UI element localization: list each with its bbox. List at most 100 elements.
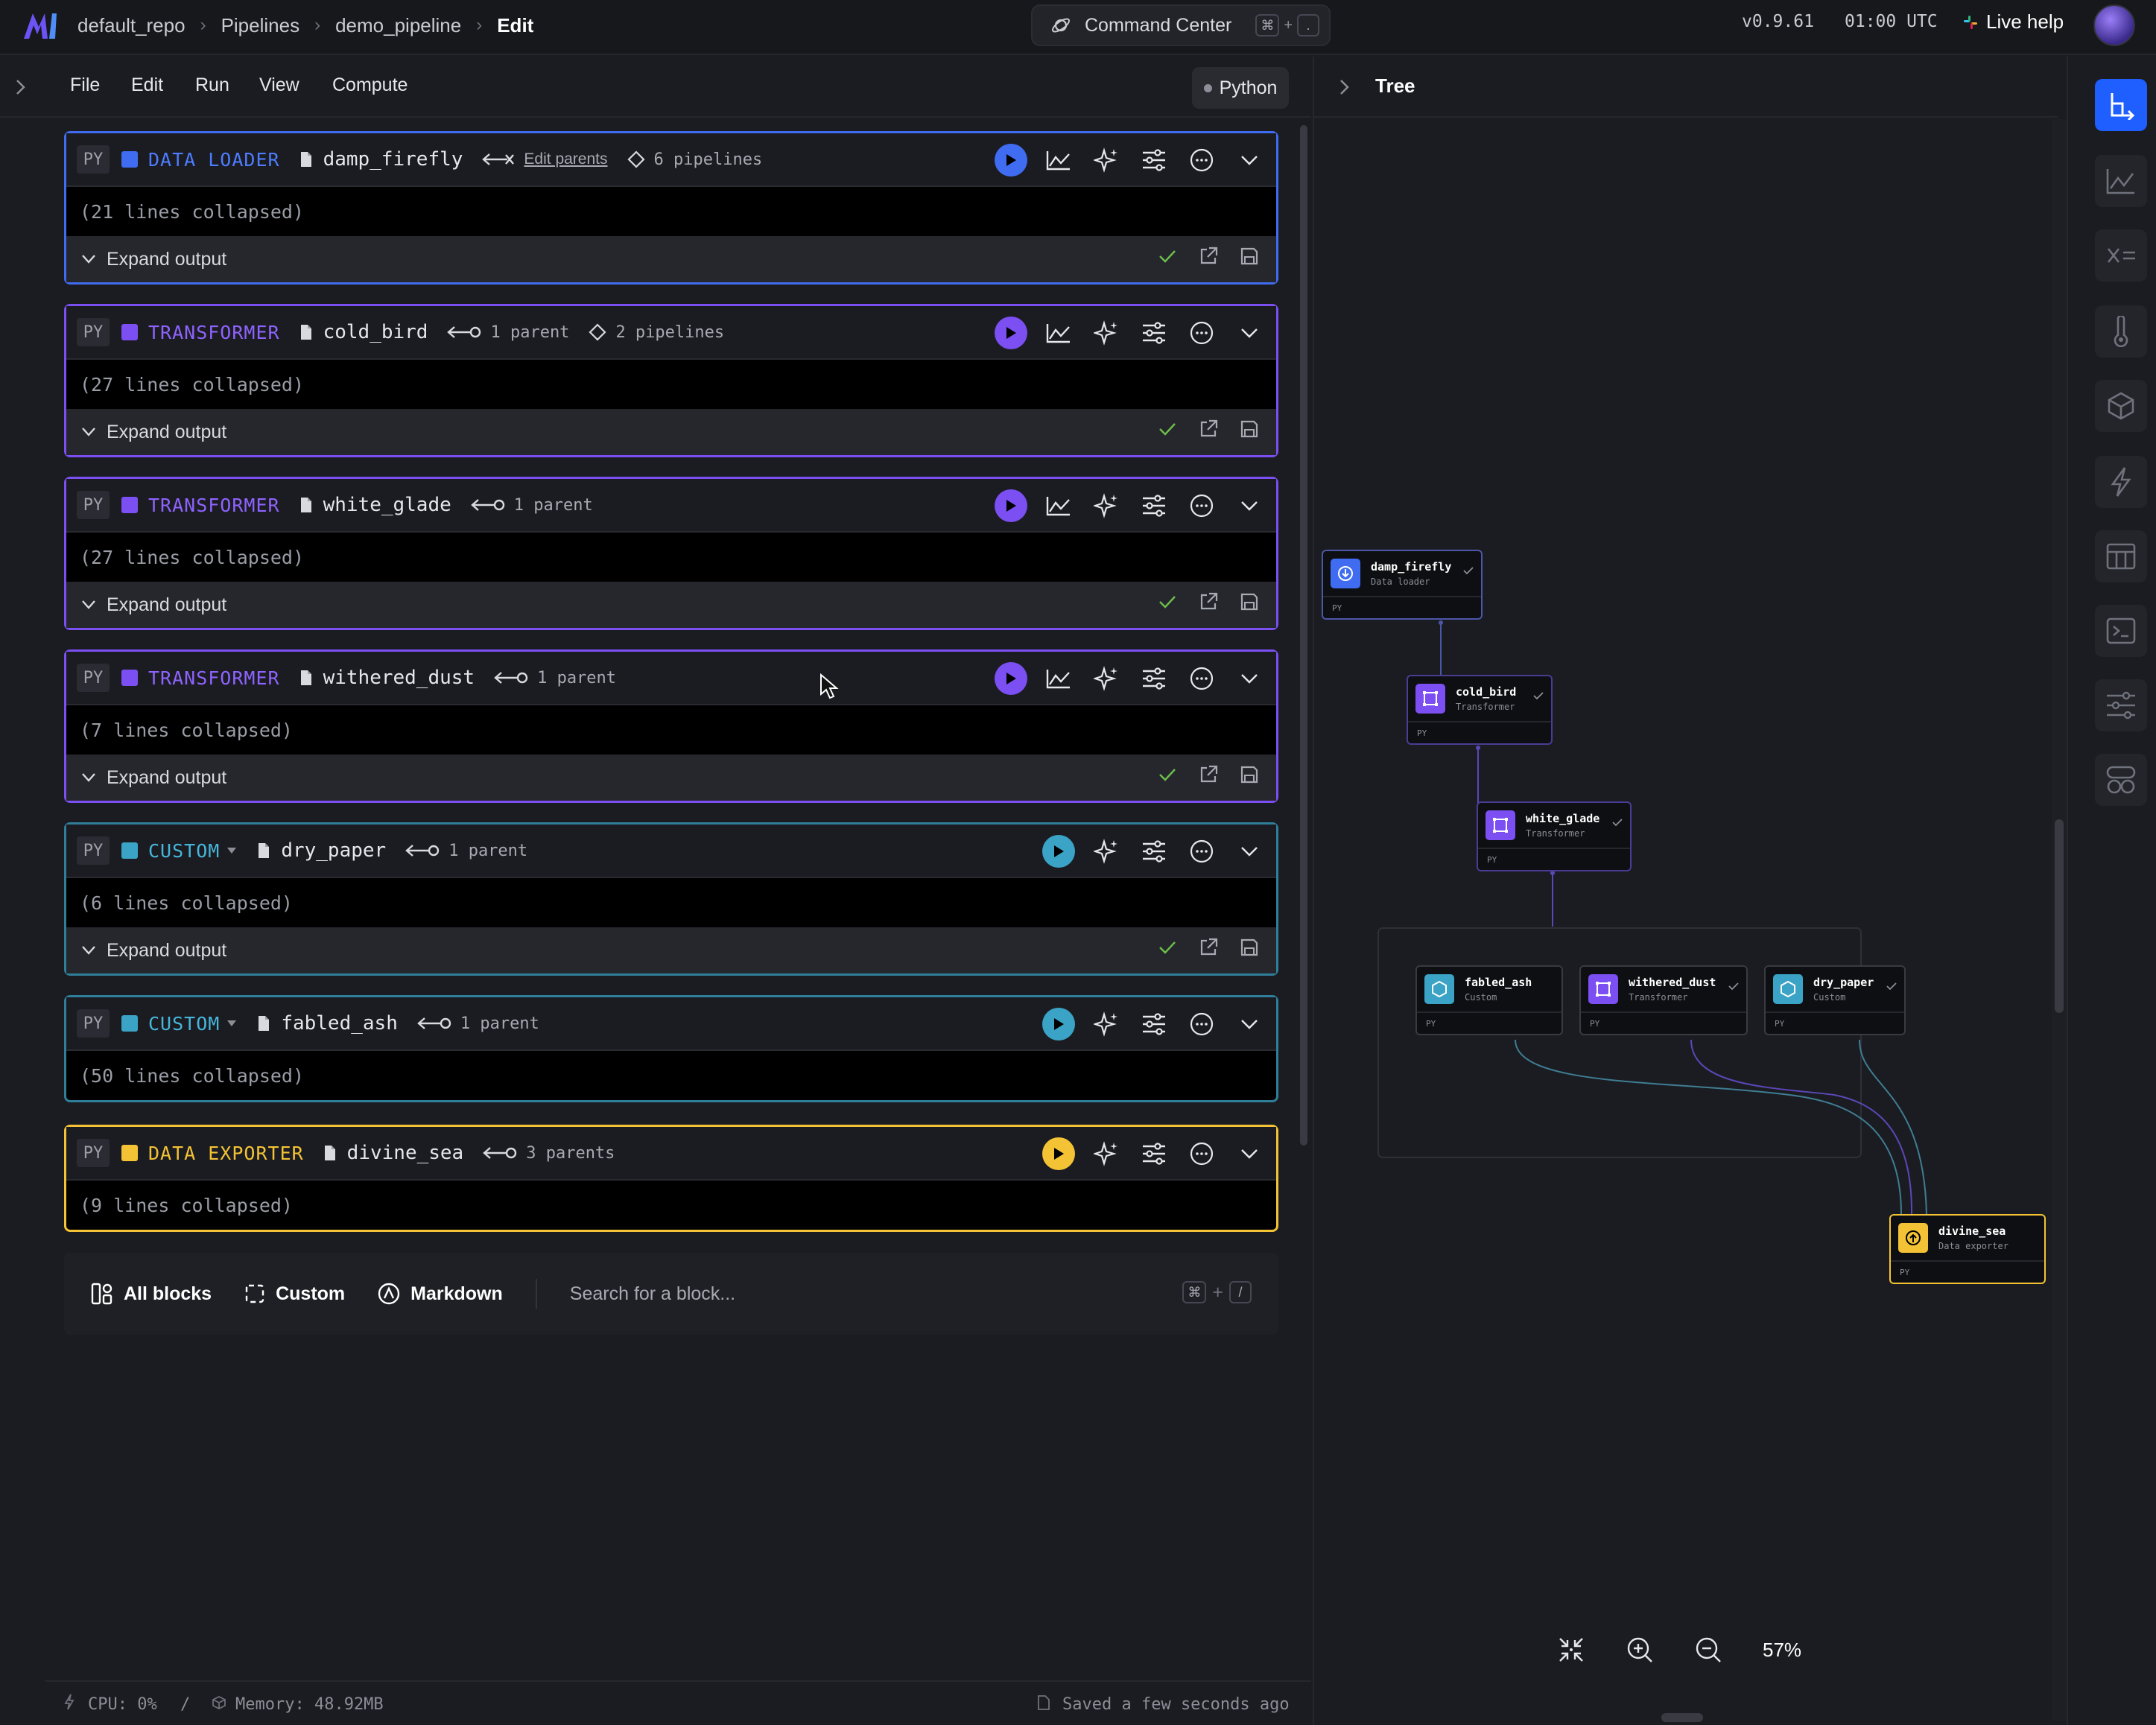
block-pipelines[interactable]: 2 pipelines [589, 323, 724, 342]
blocks-panel-button[interactable] [2095, 754, 2147, 806]
block-parents[interactable]: 1 parent [470, 496, 593, 515]
save-icon[interactable] [1240, 247, 1258, 265]
tree-node-dry-paper[interactable]: dry_paper Custom PY [1764, 965, 1906, 1035]
chevron-down-icon[interactable] [1233, 1137, 1266, 1170]
sparkle-icon[interactable] [1090, 317, 1123, 349]
chart-icon[interactable] [1042, 144, 1075, 177]
settings-sliders-icon[interactable] [1138, 835, 1170, 868]
menu-run[interactable]: Run [195, 74, 229, 96]
block-parents[interactable]: Edit parents [482, 150, 608, 168]
expand-output-button[interactable]: Expand output [107, 422, 226, 443]
block-name[interactable]: damp_firefly [323, 148, 463, 171]
sparkle-icon[interactable] [1090, 489, 1123, 522]
run-block-button[interactable] [1042, 835, 1075, 868]
mage-logo-icon[interactable] [22, 10, 58, 40]
collapse-tree-icon[interactable] [1338, 77, 1351, 97]
save-icon[interactable] [1240, 593, 1258, 611]
menu-edit[interactable]: Edit [131, 74, 163, 96]
collapsed-code[interactable]: (7 lines collapsed) [66, 705, 1276, 755]
block-name[interactable]: cold_bird [323, 321, 428, 343]
more-options-icon[interactable] [1185, 835, 1218, 868]
sparkle-icon[interactable] [1090, 835, 1123, 868]
expand-output-button[interactable]: Expand output [107, 767, 226, 789]
run-block-button[interactable] [1042, 1137, 1075, 1170]
open-external-icon[interactable] [1199, 592, 1218, 611]
zoom-out-icon[interactable] [1694, 1636, 1722, 1664]
breadcrumb-repo[interactable]: default_repo [77, 14, 186, 37]
edit-parents-link[interactable]: Edit parents [524, 150, 607, 168]
tree-node-divine-sea[interactable]: divine_sea Data exporter PY [1889, 1214, 2046, 1284]
expand-output-button[interactable]: Expand output [107, 249, 226, 270]
chevron-down-icon[interactable] [81, 600, 96, 610]
run-block-button[interactable] [995, 144, 1027, 177]
variables-button[interactable] [2095, 229, 2147, 282]
open-external-icon[interactable] [1199, 765, 1218, 784]
more-options-icon[interactable] [1185, 144, 1218, 177]
collapsed-code[interactable]: (27 lines collapsed) [66, 360, 1276, 409]
chevron-down-icon[interactable] [1233, 835, 1266, 868]
triggers-button[interactable] [2095, 456, 2147, 508]
user-avatar[interactable] [2093, 4, 2135, 46]
tree-view-button[interactable] [2095, 79, 2147, 131]
more-options-icon[interactable] [1185, 489, 1218, 522]
block-parents[interactable]: 1 parent [447, 323, 569, 342]
custom-block-button[interactable]: Custom [244, 1283, 345, 1305]
more-options-icon[interactable] [1185, 1137, 1218, 1170]
sparkle-icon[interactable] [1090, 1008, 1123, 1041]
block-name[interactable]: divine_sea [347, 1142, 464, 1164]
open-external-icon[interactable] [1199, 938, 1218, 957]
expand-output-button[interactable]: Expand output [107, 594, 226, 616]
run-block-button[interactable] [995, 317, 1027, 349]
chevron-down-icon[interactable] [1233, 662, 1266, 695]
markdown-block-button[interactable]: Markdown [378, 1283, 503, 1305]
block-parents[interactable]: 3 parents [483, 1144, 615, 1163]
run-block-button[interactable] [995, 662, 1027, 695]
breadcrumb-pipelines[interactable]: Pipelines [221, 14, 300, 37]
chevron-down-icon[interactable] [1233, 489, 1266, 522]
settings-sliders-icon[interactable] [1138, 317, 1170, 349]
extensions-button[interactable] [2095, 380, 2147, 432]
save-icon[interactable] [1240, 420, 1258, 438]
expand-output-button[interactable]: Expand output [107, 940, 226, 962]
more-options-icon[interactable] [1185, 1008, 1218, 1041]
block-name[interactable]: dry_paper [281, 839, 386, 862]
all-blocks-button[interactable]: All blocks [91, 1283, 212, 1305]
terminal-button[interactable] [2095, 605, 2147, 657]
block-search-input[interactable]: Search for a block... [570, 1283, 735, 1305]
sparkle-icon[interactable] [1090, 1137, 1123, 1170]
save-icon[interactable] [1240, 766, 1258, 784]
block-parents[interactable]: 1 parent [405, 842, 527, 860]
editor-scrollbar[interactable] [1300, 125, 1307, 1146]
block-name[interactable]: withered_dust [323, 667, 475, 689]
chart-icon[interactable] [1042, 489, 1075, 522]
tree-horizontal-scrollbar[interactable] [1661, 1713, 1703, 1722]
menu-compute[interactable]: Compute [332, 74, 408, 96]
chevron-down-icon[interactable] [1233, 144, 1266, 177]
command-center-button[interactable]: Command Center ⌘ + . [1031, 4, 1331, 46]
chevron-down-icon[interactable] [81, 772, 96, 783]
caret-down-icon[interactable] [226, 1019, 238, 1028]
open-external-icon[interactable] [1199, 247, 1218, 266]
tree-node-damp-firefly[interactable]: damp_firefly Data loader PY [1322, 550, 1483, 620]
collapsed-code[interactable]: (50 lines collapsed) [66, 1051, 1276, 1100]
chart-icon[interactable] [1042, 317, 1075, 349]
open-external-icon[interactable] [1199, 419, 1218, 439]
charts-button[interactable] [2095, 155, 2147, 207]
collapsed-code[interactable]: (27 lines collapsed) [66, 533, 1276, 582]
kernel-status-button[interactable]: Python [1192, 67, 1289, 109]
block-pipelines[interactable]: 6 pipelines [627, 150, 762, 169]
tree-node-cold-bird[interactable]: cold_bird Transformer PY [1407, 675, 1553, 745]
tree-node-white-glade[interactable]: white_glade Transformer PY [1477, 801, 1632, 871]
live-help-link[interactable]: Live help [1962, 10, 2064, 34]
sparkle-icon[interactable] [1090, 662, 1123, 695]
settings-sliders-icon[interactable] [1138, 662, 1170, 695]
collapsed-code[interactable]: (6 lines collapsed) [66, 878, 1276, 927]
data-table-button[interactable] [2095, 530, 2147, 582]
chevron-down-icon[interactable] [1233, 1008, 1266, 1041]
menu-view[interactable]: View [259, 74, 299, 96]
breadcrumb-pipeline[interactable]: demo_pipeline [335, 14, 461, 37]
chevron-down-icon[interactable] [1233, 317, 1266, 349]
settings-sliders-icon[interactable] [1138, 144, 1170, 177]
menu-file[interactable]: File [70, 74, 100, 96]
sensors-button[interactable] [2095, 305, 2147, 358]
